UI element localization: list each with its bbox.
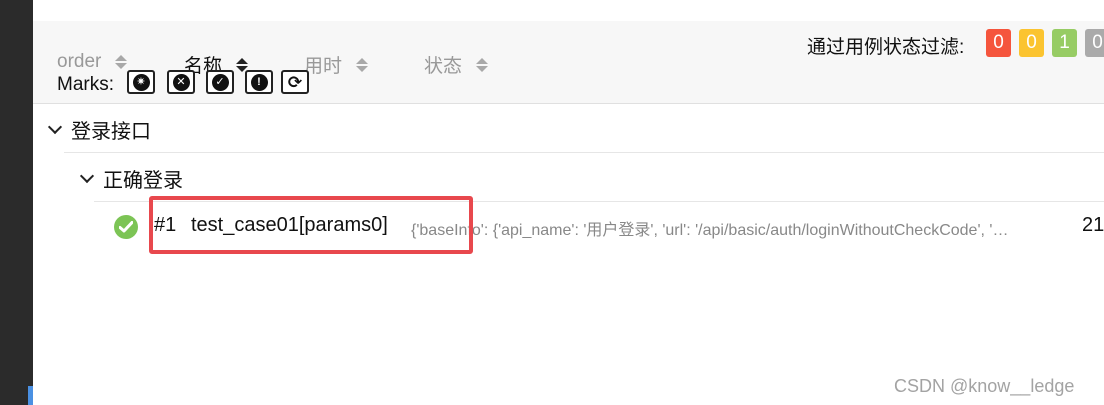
chevron-down-icon bbox=[47, 119, 63, 135]
mark-retries-button[interactable]: ⟳ bbox=[281, 70, 309, 94]
sort-label: order bbox=[57, 51, 102, 72]
filter-skipped-badge[interactable]: 0 bbox=[1085, 29, 1104, 57]
left-panel-accent bbox=[28, 386, 33, 405]
chevron-down-icon bbox=[79, 168, 95, 184]
suite-header[interactable]: 登录接口 bbox=[47, 115, 151, 144]
bomb-icon: ✷ bbox=[132, 73, 150, 91]
mark-new-passed-button[interactable]: ✓ bbox=[206, 70, 234, 94]
left-panel bbox=[0, 0, 33, 405]
mark-new-failed-button[interactable]: ✕ bbox=[167, 70, 195, 94]
top-strip bbox=[33, 0, 1104, 22]
refresh-icon: ⟳ bbox=[286, 72, 304, 92]
sort-status[interactable]: 状态 bbox=[424, 51, 489, 78]
subgroup-header[interactable]: 正确登录 bbox=[79, 164, 183, 193]
mark-flaky-button[interactable]: ✷ bbox=[127, 70, 155, 94]
mark-new-broken-button[interactable]: ! bbox=[245, 70, 273, 94]
divider bbox=[64, 152, 1104, 153]
check-circle-icon: ✓ bbox=[211, 73, 229, 91]
suite-title: 登录接口 bbox=[71, 121, 151, 143]
exclamation-circle-icon: ! bbox=[250, 73, 268, 91]
sort-label: 用时 bbox=[304, 56, 343, 77]
watermark: CSDN @know__ledge bbox=[894, 376, 1075, 396]
test-case-duration: 21 bbox=[1082, 214, 1104, 236]
sort-label: 状态 bbox=[424, 56, 463, 77]
sort-arrows-icon bbox=[115, 55, 128, 69]
marks-label: Marks: bbox=[57, 74, 114, 95]
sort-arrows-icon bbox=[356, 57, 369, 72]
filter-failed-badge[interactable]: 0 bbox=[986, 29, 1011, 57]
sort-order[interactable]: order bbox=[57, 51, 128, 73]
subgroup-title: 正确登录 bbox=[103, 170, 183, 192]
check-circle-icon bbox=[114, 215, 138, 239]
sort-arrows-icon bbox=[476, 57, 489, 72]
highlight-annotation-box bbox=[149, 196, 473, 254]
times-circle-icon: ✕ bbox=[172, 73, 190, 91]
test-case-params: {'baseInfo': {'api_name': '用户登录', 'url':… bbox=[411, 222, 1009, 239]
filter-passed-badge[interactable]: 1 bbox=[1052, 29, 1077, 57]
sort-duration[interactable]: 用时 bbox=[304, 51, 369, 78]
filter-broken-badge[interactable]: 0 bbox=[1019, 29, 1044, 57]
status-filter-label: 通过用例状态过滤: bbox=[807, 37, 965, 58]
